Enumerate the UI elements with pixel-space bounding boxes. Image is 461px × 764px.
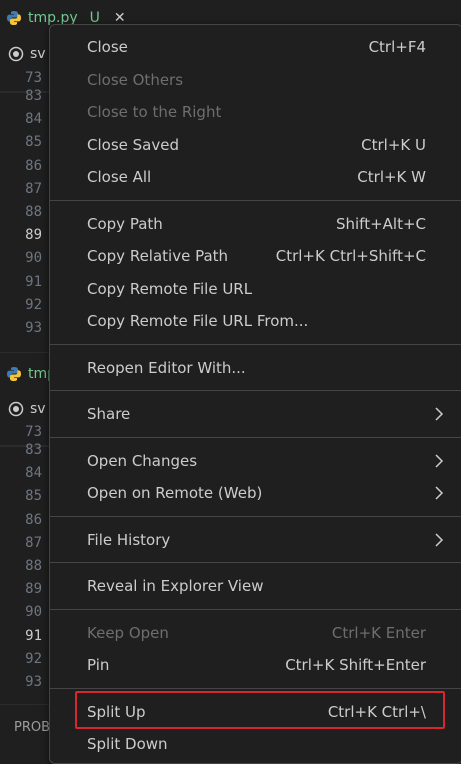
line-number: 73: [25, 424, 42, 440]
panel-divider: [0, 704, 50, 705]
chevron-right-icon: [434, 524, 444, 556]
menu-item-copy-path[interactable]: Copy Path Shift+Alt+C: [50, 208, 461, 240]
menu-item-label: Reopen Editor With...: [87, 358, 246, 377]
line-number: 83: [25, 442, 42, 458]
menu-separator: [50, 562, 461, 563]
menu-item-shortcut: Ctrl+K W: [357, 168, 426, 186]
breadcrumb-text: sv: [30, 401, 46, 417]
tab-context-menu: Close Ctrl+F4 Close Others Close to the Rig…: [49, 24, 461, 764]
menu-item-label: Close to the Right: [87, 103, 222, 121]
menu-item-label: Open on Remote (Web): [87, 484, 263, 502]
line-number: 86: [25, 157, 42, 174]
menu-item-file-history[interactable]: File History: [50, 524, 461, 556]
line-number: 89: [25, 227, 42, 244]
menu-item-label: Close All: [87, 168, 152, 186]
line-number: 73: [25, 70, 42, 86]
breadcrumb-top[interactable]: sv: [8, 43, 46, 65]
menu-separator: [50, 687, 461, 689]
menu-item-close-to-the-right: Close to the Right: [50, 96, 461, 128]
line-gutter-bottom: 83 84 85 86 87 88 89 90 91 92 93: [0, 442, 42, 702]
line-number: 91: [25, 273, 42, 290]
menu-separator: [50, 608, 461, 610]
symbol-circle-icon: [8, 401, 24, 417]
editor-group-divider: [0, 352, 50, 353]
menu-separator: [50, 390, 461, 391]
python-file-icon: [7, 11, 21, 25]
line-number: 85: [25, 134, 42, 151]
line-number: 86: [25, 511, 42, 528]
menu-separator: [50, 199, 461, 201]
menu-item-label: Copy Path: [87, 214, 163, 233]
menu-item-split-down[interactable]: Split Down: [50, 728, 461, 760]
menu-item-copy-remote-file-url[interactable]: Copy Remote File URL: [50, 273, 461, 305]
chevron-right-icon: [434, 398, 444, 430]
menu-item-label: Reveal in Explorer View: [87, 577, 264, 595]
menu-item-split-up[interactable]: Split Up Ctrl+K Ctrl+\: [50, 696, 461, 728]
line-gutter-top: 83 84 85 86 87 88 89 90 91 92 93: [0, 88, 42, 348]
menu-item-close-all[interactable]: Close All Ctrl+K W: [50, 161, 461, 193]
line-number: 85: [25, 488, 42, 505]
line-number: 90: [25, 604, 42, 621]
menu-item-copy-remote-file-url-from[interactable]: Copy Remote File URL From...: [50, 305, 461, 337]
breadcrumb-text: sv: [30, 46, 46, 62]
symbol-circle-icon: [8, 46, 24, 62]
line-number: 93: [25, 320, 42, 336]
menu-item-close[interactable]: Close Ctrl+F4: [50, 31, 461, 63]
menu-item-shortcut: Ctrl+K Shift+Enter: [285, 656, 426, 674]
line-number: 83: [25, 88, 42, 104]
breadcrumb-bottom[interactable]: sv: [8, 398, 46, 420]
menu-item-shortcut: Ctrl+K Ctrl+Shift+C: [275, 247, 426, 265]
menu-item-label: Keep Open: [87, 623, 169, 642]
menu-item-reveal-in-explorer-view[interactable]: Reveal in Explorer View: [50, 570, 461, 602]
line-number: 88: [25, 204, 42, 220]
chevron-right-icon: [434, 477, 444, 509]
menu-item-label: Copy Remote File URL From...: [87, 312, 309, 330]
menu-item-label: Close Saved: [87, 135, 179, 154]
menu-item-reopen-editor-with[interactable]: Reopen Editor With...: [50, 352, 461, 384]
menu-item-keep-open: Keep Open Ctrl+K Enter: [50, 617, 461, 649]
menu-item-pin[interactable]: Pin Ctrl+K Shift+Enter: [50, 649, 461, 681]
menu-item-close-saved[interactable]: Close Saved Ctrl+K U: [50, 129, 461, 161]
line-number: 89: [25, 581, 42, 598]
menu-separator: [50, 436, 461, 438]
menu-item-label: Close Others: [87, 70, 184, 89]
line-number: 84: [25, 465, 42, 482]
menu-item-label: File History: [87, 530, 171, 549]
line-number: 93: [25, 674, 42, 690]
line-number: 91: [25, 627, 42, 644]
menu-item-label: Share: [87, 405, 131, 423]
menu-item-label: Open Changes: [87, 451, 198, 470]
line-number: 84: [25, 111, 42, 128]
menu-item-shortcut: Shift+Alt+C: [335, 214, 426, 233]
menu-item-shortcut: Ctrl+K Ctrl+\: [327, 702, 426, 721]
chevron-right-icon: [434, 445, 444, 477]
menu-separator: [50, 515, 461, 517]
menu-item-label: Split Up: [87, 702, 146, 721]
menu-item-shortcut: Ctrl+F4: [368, 38, 426, 56]
menu-item-copy-relative-path[interactable]: Copy Relative Path Ctrl+K Ctrl+Shift+C: [50, 240, 461, 272]
line-number: 92: [25, 650, 42, 667]
menu-item-shortcut: Ctrl+K Enter: [331, 623, 426, 642]
menu-item-close-others: Close Others: [50, 64, 461, 96]
menu-item-label: Copy Remote File URL: [87, 279, 253, 298]
python-file-icon: [7, 367, 21, 381]
menu-item-label: Split Down: [87, 735, 168, 753]
menu-item-open-on-remote-web[interactable]: Open on Remote (Web): [50, 477, 461, 509]
line-number: 90: [25, 250, 42, 267]
menu-item-share[interactable]: Share: [50, 398, 461, 430]
line-number: 92: [25, 296, 42, 313]
menu-item-label: Pin: [87, 656, 110, 674]
menu-item-open-changes[interactable]: Open Changes: [50, 445, 461, 477]
menu-item-label: Copy Relative Path: [87, 247, 229, 265]
line-number: 87: [25, 180, 42, 197]
line-number: 87: [25, 534, 42, 551]
menu-separator: [50, 343, 461, 345]
line-number: 88: [25, 558, 42, 574]
menu-item-shortcut: Ctrl+K U: [361, 135, 426, 154]
menu-item-label: Close: [87, 38, 128, 56]
panel-tab-problems[interactable]: PROB: [0, 716, 50, 738]
